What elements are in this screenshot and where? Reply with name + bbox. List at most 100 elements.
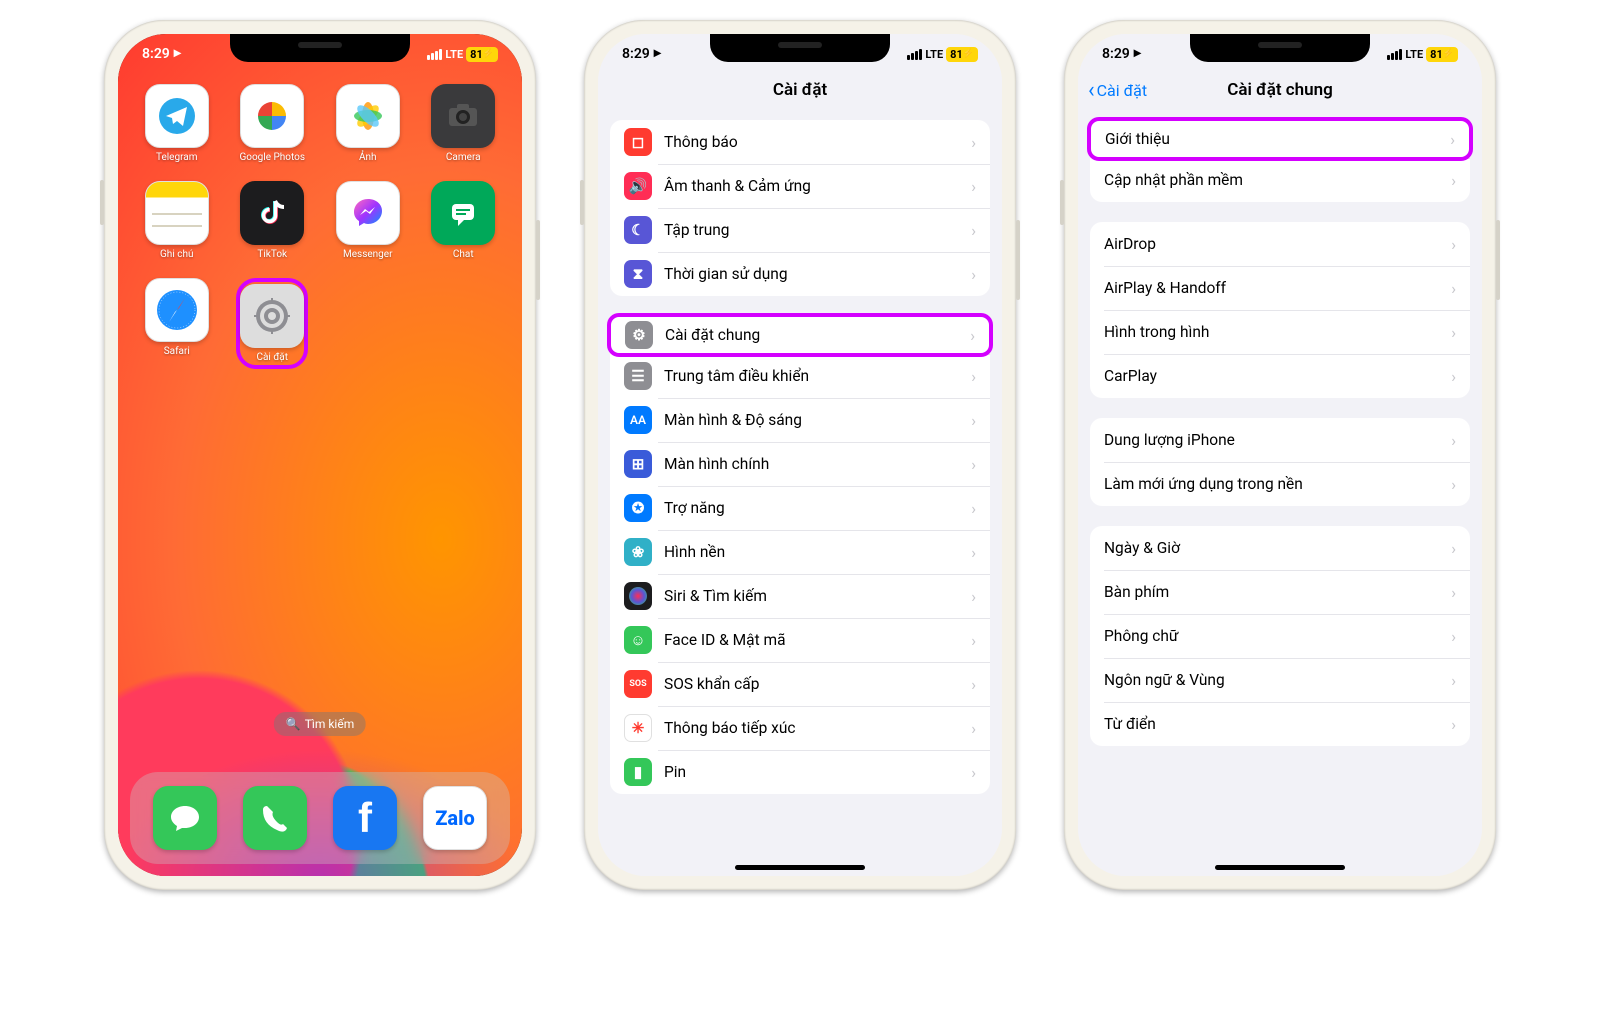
- chevron-icon: ›: [971, 499, 976, 518]
- app-messenger[interactable]: Messenger: [332, 181, 404, 260]
- row-siri[interactable]: Siri & Tìm kiếm ›: [610, 574, 990, 618]
- chevron-icon: ›: [1451, 583, 1456, 602]
- speaker-icon: 🔊: [624, 172, 652, 200]
- home-search[interactable]: 🔍 Tìm kiếm: [274, 712, 366, 736]
- chevron-icon: ›: [971, 631, 976, 650]
- chevron-icon: ›: [1451, 475, 1456, 494]
- row-airdrop[interactable]: AirDrop ›: [1090, 222, 1470, 266]
- battery-badge: 81⚡: [466, 47, 498, 62]
- chevron-icon: ›: [1451, 627, 1456, 646]
- location-icon: ▸: [654, 45, 661, 61]
- notch: [710, 34, 890, 62]
- row-airplay[interactable]: AirPlay & Handoff ›: [1090, 266, 1470, 310]
- notch: [230, 34, 410, 62]
- dock-facebook[interactable]: f: [333, 786, 397, 850]
- row-sounds[interactable]: 🔊 Âm thanh & Cảm ứng ›: [610, 164, 990, 208]
- bell-icon: ◻: [624, 128, 652, 156]
- chevron-icon: ›: [1451, 715, 1456, 734]
- row-notifications[interactable]: ◻ Thông báo ›: [610, 120, 990, 164]
- chevron-icon: ›: [971, 133, 976, 152]
- row-display[interactable]: AA Màn hình & Độ sáng ›: [610, 398, 990, 442]
- back-button[interactable]: ‹ Cài đặt: [1088, 78, 1147, 103]
- battery-icon: ▮: [624, 758, 652, 786]
- chevron-icon: ›: [1451, 671, 1456, 690]
- chevron-left-icon: ‹: [1088, 78, 1095, 103]
- app-tiktok[interactable]: TikTok: [236, 181, 308, 260]
- chevron-icon: ›: [971, 675, 976, 694]
- chevron-icon: ›: [1451, 235, 1456, 254]
- app-notes[interactable]: Ghi chú: [141, 181, 213, 260]
- face-icon: ☺: [624, 626, 652, 654]
- phone-settings: 8:29 ▸ LTE 81⚡ Cài đặt ◻ Thông báo › 🔊: [584, 20, 1016, 890]
- row-wallpaper[interactable]: ❀ Hình nền ›: [610, 530, 990, 574]
- chevron-icon: ›: [970, 326, 975, 345]
- gear-icon: ⚙: [625, 321, 653, 349]
- row-faceid[interactable]: ☺ Face ID & Mật mã ›: [610, 618, 990, 662]
- flower-icon: ❀: [624, 538, 652, 566]
- app-telegram[interactable]: Telegram: [141, 84, 213, 163]
- row-background-refresh[interactable]: Làm mới ứng dụng trong nền ›: [1090, 462, 1470, 506]
- dock-zalo[interactable]: Zalo: [423, 786, 487, 850]
- settings-section-notifications: ◻ Thông báo › 🔊 Âm thanh & Cảm ứng › ☾ T…: [610, 120, 990, 296]
- phone-general: 8:29 ▸ LTE 81⚡ ‹ Cài đặt Cài đặt chung G…: [1064, 20, 1496, 890]
- nav-bar: Cài đặt: [598, 68, 1002, 112]
- app-chat[interactable]: Chat: [427, 181, 499, 260]
- row-carplay[interactable]: CarPlay ›: [1090, 354, 1470, 398]
- dock-phone[interactable]: [243, 786, 307, 850]
- general-section-3: Dung lượng iPhone › Làm mới ứng dụng tro…: [1090, 418, 1470, 506]
- home-indicator[interactable]: [1215, 865, 1345, 870]
- chevron-icon: ›: [1451, 539, 1456, 558]
- app-google-photos[interactable]: Google Photos: [236, 84, 308, 163]
- status-carrier: LTE: [925, 48, 943, 61]
- nav-title: Cài đặt chung: [1227, 80, 1333, 100]
- row-about[interactable]: Giới thiệu ›: [1087, 117, 1473, 161]
- row-general[interactable]: ⚙ Cài đặt chung ›: [607, 313, 993, 357]
- chevron-icon: ›: [971, 763, 976, 782]
- row-sos[interactable]: SOS SOS khẩn cấp ›: [610, 662, 990, 706]
- row-language[interactable]: Ngôn ngữ & Vùng ›: [1090, 658, 1470, 702]
- row-screentime[interactable]: ⧗ Thời gian sử dụng ›: [610, 252, 990, 296]
- chevron-icon: ›: [971, 367, 976, 386]
- chevron-icon: ›: [971, 265, 976, 284]
- app-grid: Telegram Google Photos Ảnh Camera G: [134, 84, 506, 369]
- row-datetime[interactable]: Ngày & Giờ ›: [1090, 526, 1470, 570]
- signal-icon: [427, 49, 442, 60]
- row-storage[interactable]: Dung lượng iPhone ›: [1090, 418, 1470, 462]
- home-indicator[interactable]: [735, 865, 865, 870]
- row-software-update[interactable]: Cập nhật phần mềm ›: [1090, 158, 1470, 202]
- chevron-icon: ›: [971, 177, 976, 196]
- row-accessibility[interactable]: ✪ Trợ năng ›: [610, 486, 990, 530]
- chevron-icon: ›: [971, 411, 976, 430]
- row-exposure[interactable]: ✳ Thông báo tiếp xúc ›: [610, 706, 990, 750]
- app-settings[interactable]: Cài đặt: [236, 278, 308, 369]
- battery-badge: 81⚡: [1426, 47, 1458, 62]
- chevron-icon: ›: [971, 455, 976, 474]
- dock-messages[interactable]: [153, 786, 217, 850]
- app-camera[interactable]: Camera: [427, 84, 499, 163]
- row-pip[interactable]: Hình trong hình ›: [1090, 310, 1470, 354]
- siri-icon: [624, 582, 652, 610]
- app-safari[interactable]: Safari: [141, 278, 213, 369]
- status-carrier: LTE: [445, 48, 463, 61]
- app-photos[interactable]: Ảnh: [332, 84, 404, 163]
- row-fonts[interactable]: Phông chữ ›: [1090, 614, 1470, 658]
- status-time: 8:29: [142, 46, 170, 62]
- row-dictionary[interactable]: Từ điển ›: [1090, 702, 1470, 746]
- general-section-4: Ngày & Giờ › Bàn phím › Phông chữ › Ngôn…: [1090, 526, 1470, 746]
- chevron-icon: ›: [1451, 323, 1456, 342]
- chevron-icon: ›: [1451, 171, 1456, 190]
- row-home-screen[interactable]: ⊞ Màn hình chính ›: [610, 442, 990, 486]
- row-battery[interactable]: ▮ Pin ›: [610, 750, 990, 794]
- text-size-icon: AA: [624, 406, 652, 434]
- chevron-icon: ›: [971, 587, 976, 606]
- battery-badge: 81⚡: [946, 47, 978, 62]
- status-carrier: LTE: [1405, 48, 1423, 61]
- row-control-center[interactable]: ☰ Trung tâm điều khiển ›: [610, 354, 990, 398]
- row-focus[interactable]: ☾ Tập trung ›: [610, 208, 990, 252]
- chevron-icon: ›: [1451, 367, 1456, 386]
- moon-icon: ☾: [624, 216, 652, 244]
- location-icon: ▸: [174, 45, 181, 61]
- chevron-icon: ›: [1450, 130, 1455, 149]
- nav-bar: ‹ Cài đặt Cài đặt chung: [1078, 68, 1482, 112]
- row-keyboard[interactable]: Bàn phím ›: [1090, 570, 1470, 614]
